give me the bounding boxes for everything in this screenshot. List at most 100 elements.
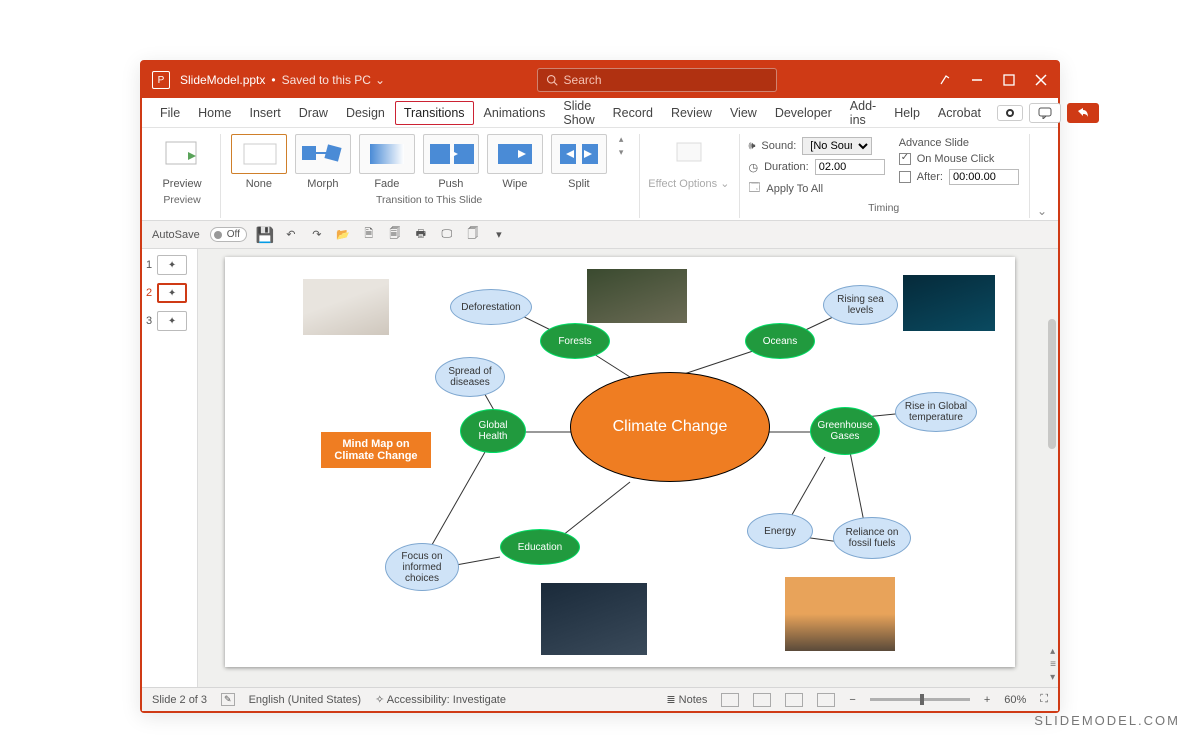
- advance-label: Advance Slide: [899, 137, 969, 149]
- mindmap-center[interactable]: Climate Change: [570, 372, 770, 482]
- ribbon-collapse-button[interactable]: ⌄: [1036, 134, 1048, 218]
- comments-button[interactable]: [1029, 103, 1061, 123]
- transitions-more-button[interactable]: ▴▾: [615, 134, 628, 158]
- node-health[interactable]: Global Health: [460, 409, 526, 453]
- mic-icon[interactable]: [938, 73, 952, 87]
- node-forests[interactable]: Forests: [540, 323, 610, 359]
- app-window: P SlideModel.pptx • Saved to this PC ⌄ S…: [140, 60, 1060, 713]
- reading-view-icon[interactable]: [785, 693, 803, 707]
- accessibility-status[interactable]: ✧ Accessibility: Investigate: [375, 693, 506, 706]
- ribbon: Preview Preview NoneMorphFadePushWipeSpl…: [142, 128, 1058, 221]
- transition-push[interactable]: Push: [423, 134, 479, 190]
- chevron-down-icon[interactable]: ⌄: [375, 73, 385, 87]
- after-input[interactable]: [949, 169, 1019, 185]
- workspace: 1✦2✦3✦ Mind Map o: [142, 249, 1058, 687]
- on-mouse-click-checkbox[interactable]: [899, 153, 911, 165]
- fit-window-icon[interactable]: ⛶: [1040, 693, 1048, 706]
- print-icon[interactable]: 🖶: [413, 227, 429, 243]
- image-education[interactable]: [541, 583, 647, 655]
- tab-file[interactable]: File: [152, 102, 188, 124]
- save-icon[interactable]: 💾: [257, 227, 273, 243]
- slide-counter: Slide 2 of 3: [152, 694, 207, 706]
- node-energy[interactable]: Energy: [747, 513, 813, 549]
- node-rising-sea[interactable]: Rising sealevels: [823, 285, 898, 325]
- sound-select[interactable]: [No Sound]: [802, 137, 872, 155]
- node-informed-choices[interactable]: Focus oninformedchoices: [385, 543, 459, 591]
- copy-icon[interactable]: 🗍: [465, 227, 481, 243]
- notes-button[interactable]: ≣ Notes: [666, 693, 707, 706]
- maximize-button[interactable]: [1002, 73, 1016, 87]
- zoom-out-button[interactable]: −: [849, 694, 855, 706]
- transition-fade[interactable]: Fade: [359, 134, 415, 190]
- duration-input[interactable]: [815, 159, 885, 175]
- node-spread-diseases[interactable]: Spread ofdiseases: [435, 357, 505, 397]
- tab-help[interactable]: Help: [886, 102, 928, 124]
- normal-view-icon[interactable]: [721, 693, 739, 707]
- thumbnail-1[interactable]: 1✦: [146, 255, 193, 275]
- node-fossil-fuels[interactable]: Reliance onfossil fuels: [833, 517, 911, 559]
- after-checkbox[interactable]: [899, 171, 911, 183]
- image-forest[interactable]: [587, 269, 687, 323]
- status-bar: Slide 2 of 3 ✎ English (United States) ✧…: [142, 687, 1058, 711]
- tab-add-ins[interactable]: Add-ins: [842, 95, 884, 131]
- minimize-button[interactable]: [970, 73, 984, 87]
- transition-split[interactable]: Split: [551, 134, 607, 190]
- tab-draw[interactable]: Draw: [291, 102, 336, 124]
- apply-icon: 🗔: [748, 179, 760, 198]
- slideshow-view-icon[interactable]: [817, 693, 835, 707]
- search-input[interactable]: Search: [537, 68, 777, 92]
- sorter-view-icon[interactable]: [753, 693, 771, 707]
- tab-slide-show[interactable]: Slide Show: [555, 95, 602, 131]
- transition-morph[interactable]: Morph: [295, 134, 351, 190]
- node-rise-temp[interactable]: Rise in Globaltemperature: [895, 392, 977, 432]
- vertical-scrollbar[interactable]: ▴≡▾: [1042, 249, 1058, 687]
- tab-animations[interactable]: Animations: [476, 102, 554, 124]
- transition-none[interactable]: None: [231, 134, 287, 190]
- new-icon[interactable]: 🗎: [361, 227, 377, 243]
- tab-insert[interactable]: Insert: [242, 102, 289, 124]
- image-ocean[interactable]: [903, 275, 995, 331]
- transition-wipe[interactable]: Wipe: [487, 134, 543, 190]
- thumbnail-2[interactable]: 2✦: [146, 283, 193, 303]
- node-oceans[interactable]: Oceans: [745, 323, 815, 359]
- scroll-up-icon[interactable]: ▴: [1050, 646, 1056, 657]
- tab-record[interactable]: Record: [605, 102, 661, 124]
- undo-icon[interactable]: ↶: [283, 227, 299, 243]
- record-button[interactable]: [997, 105, 1023, 121]
- thumbnail-3[interactable]: 3✦: [146, 311, 193, 331]
- image-industry[interactable]: [785, 577, 895, 651]
- node-greenhouse[interactable]: GreenhouseGases: [810, 407, 880, 455]
- preview-button[interactable]: Preview: [154, 134, 210, 190]
- node-deforestation[interactable]: Deforestation: [450, 289, 532, 325]
- tab-home[interactable]: Home: [190, 102, 239, 124]
- slide-thumbnails: 1✦ 2✦ 3✦: [142, 249, 198, 687]
- apply-to-all-button[interactable]: 🗔Apply To All: [748, 179, 884, 198]
- tab-review[interactable]: Review: [663, 102, 720, 124]
- autosave-toggle[interactable]: Off: [210, 227, 247, 242]
- present-icon[interactable]: 🖵: [439, 227, 455, 243]
- share-button[interactable]: [1067, 103, 1099, 123]
- close-button[interactable]: [1034, 73, 1048, 87]
- tab-acrobat[interactable]: Acrobat: [930, 102, 989, 124]
- zoom-in-button[interactable]: +: [984, 694, 990, 706]
- redo-icon[interactable]: ↷: [309, 227, 325, 243]
- transitions-group: NoneMorphFadePushWipeSplit▴▾ Transition …: [227, 134, 640, 218]
- language-status[interactable]: English (United States): [249, 694, 362, 706]
- node-education[interactable]: Education: [500, 529, 580, 565]
- new-slide-icon[interactable]: 🗐: [387, 227, 403, 243]
- more-qat-icon[interactable]: ▾: [491, 227, 507, 243]
- slide-canvas[interactable]: Mind Map onClimate Change Climate Change…: [198, 249, 1042, 687]
- play-preview-icon: [164, 140, 200, 168]
- zoom-slider[interactable]: [870, 698, 970, 701]
- tab-transitions[interactable]: Transitions: [395, 101, 474, 125]
- zoom-level: 60%: [1004, 694, 1026, 706]
- open-icon[interactable]: 📂: [335, 227, 351, 243]
- slide: Mind Map onClimate Change Climate Change…: [225, 257, 1015, 667]
- scroll-down-icon[interactable]: ▾: [1050, 672, 1056, 683]
- image-health[interactable]: [303, 279, 389, 335]
- tab-design[interactable]: Design: [338, 102, 393, 124]
- titlebar: P SlideModel.pptx • Saved to this PC ⌄ S…: [142, 62, 1058, 98]
- tab-developer[interactable]: Developer: [767, 102, 840, 124]
- spellcheck-icon[interactable]: ✎: [221, 693, 235, 706]
- tab-view[interactable]: View: [722, 102, 765, 124]
